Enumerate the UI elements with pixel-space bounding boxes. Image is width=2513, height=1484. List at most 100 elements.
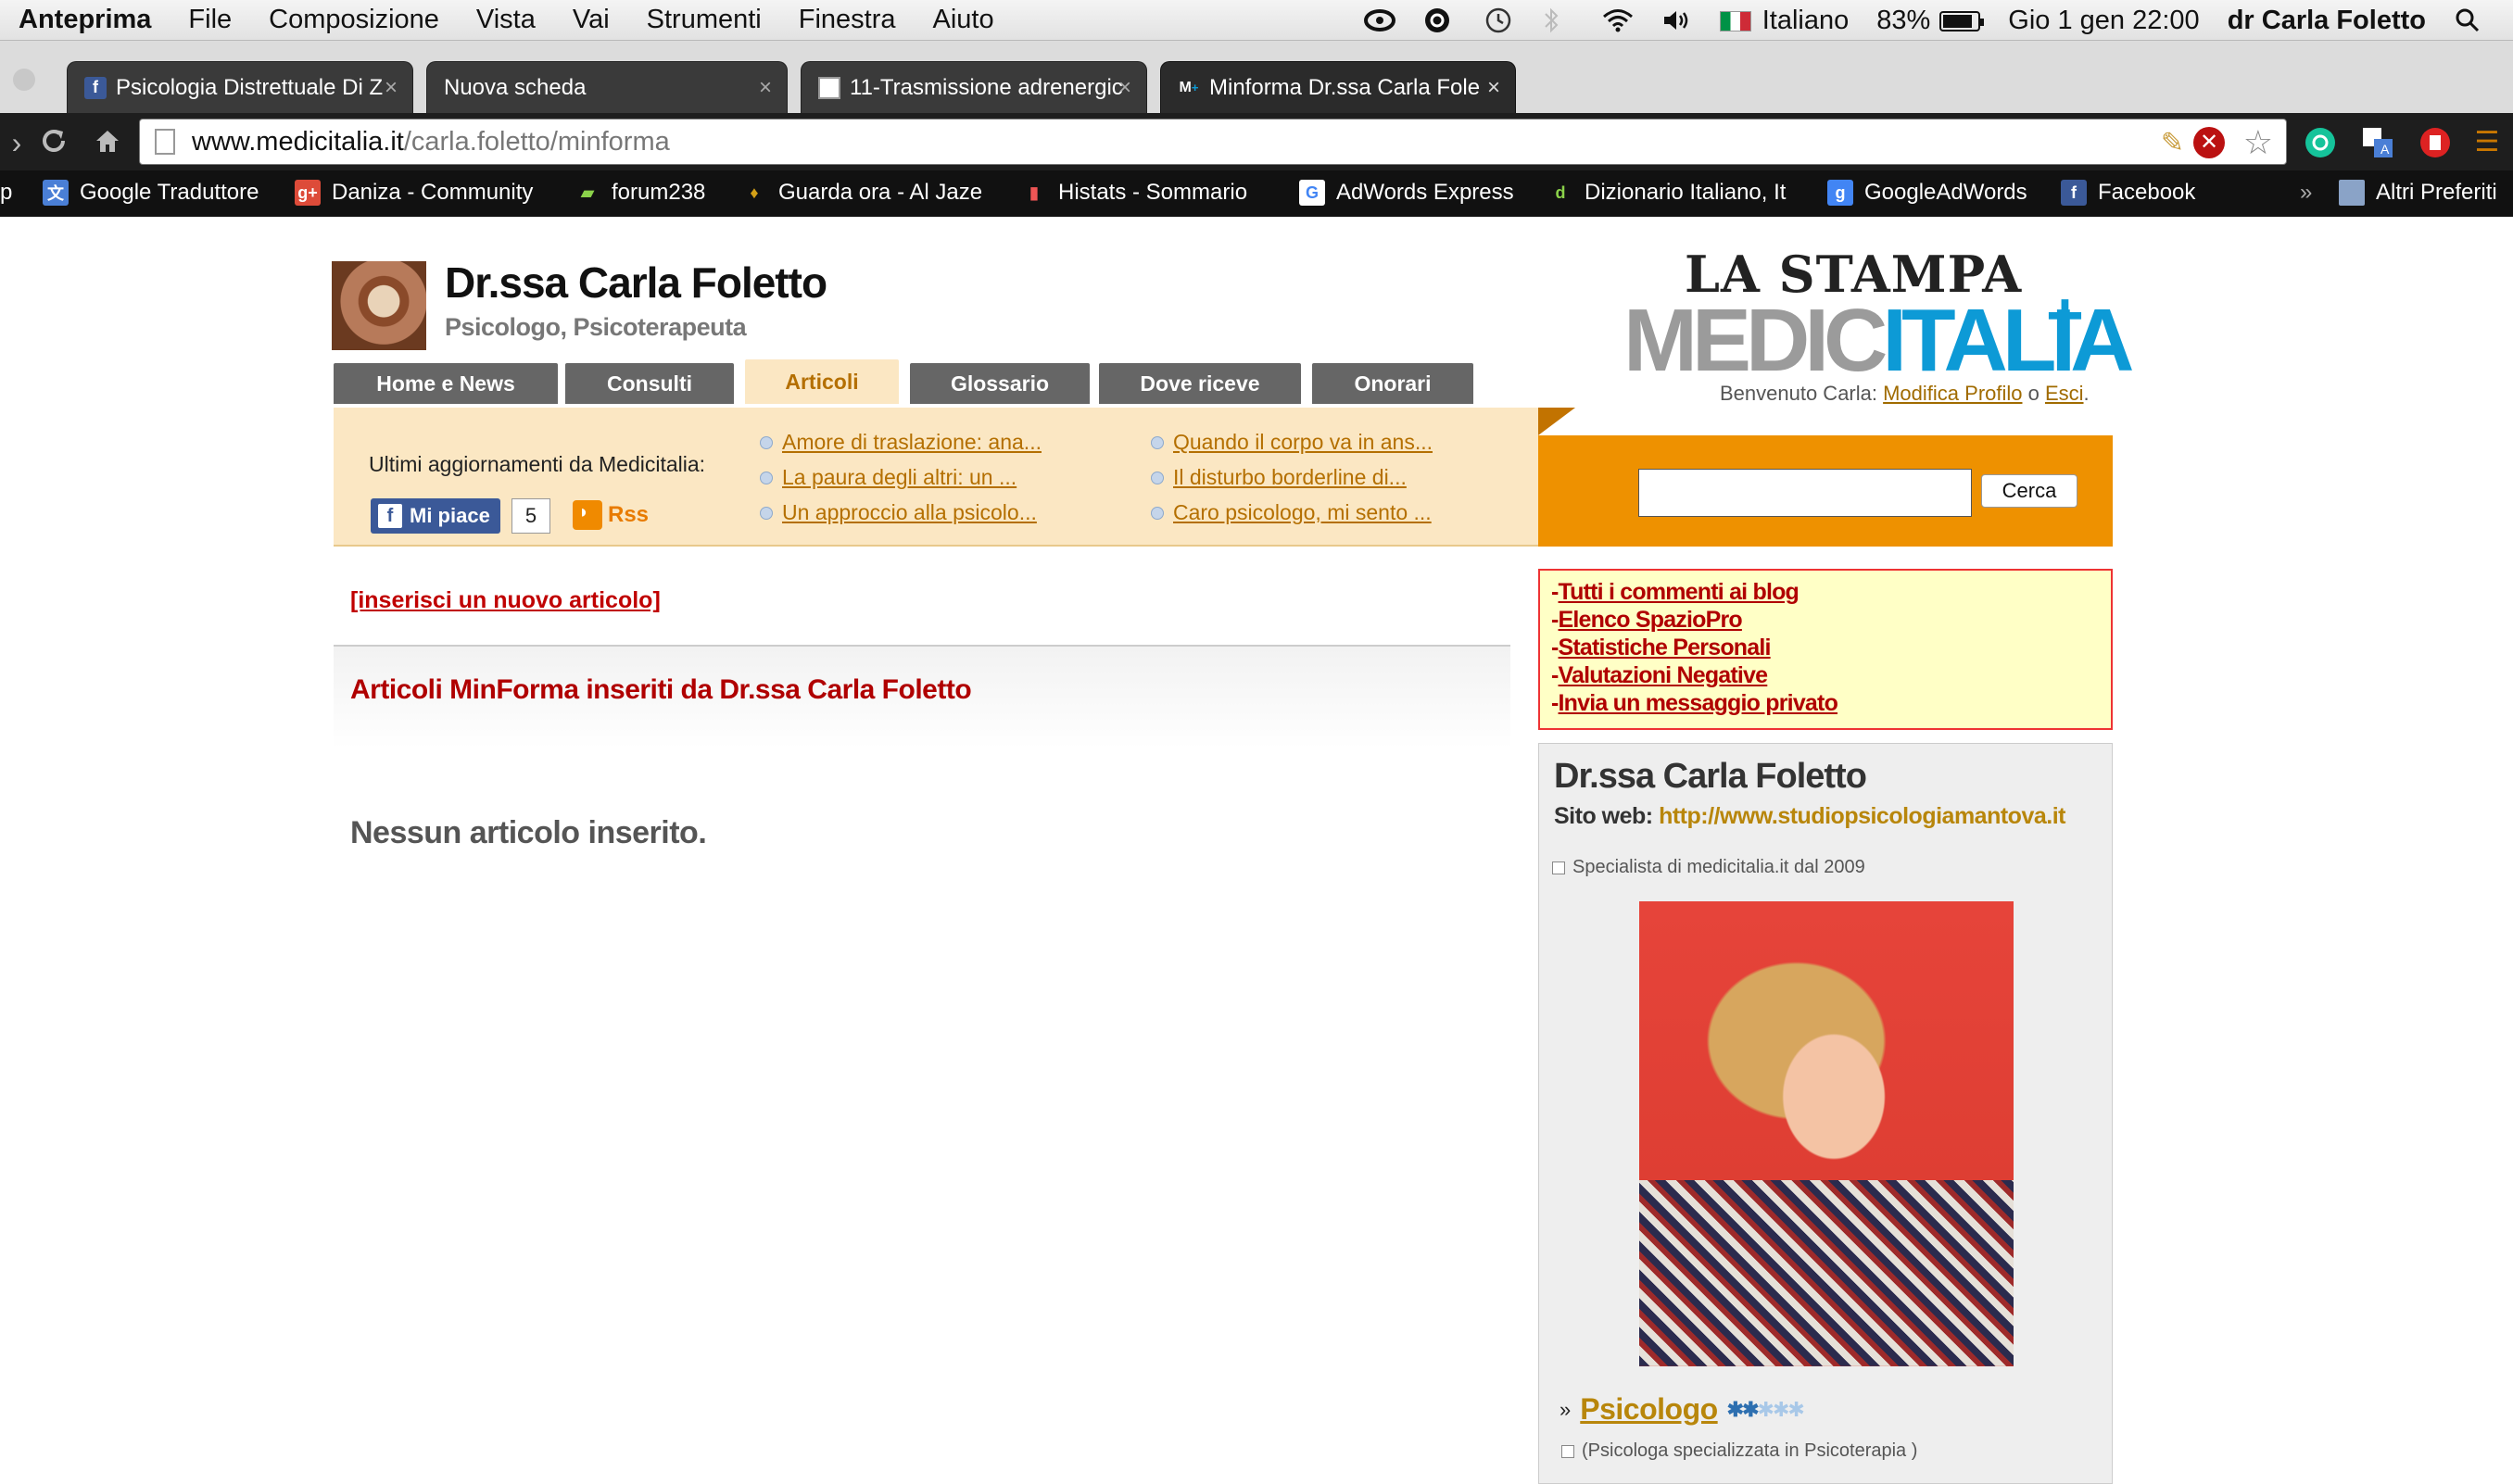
search-input[interactable] bbox=[1638, 469, 1972, 517]
user-menu[interactable]: dr Carla Foletto bbox=[2228, 6, 2426, 36]
extension-broom-icon[interactable]: ✎ bbox=[2161, 127, 2184, 159]
address-path: /carla.foletto/minforma bbox=[403, 126, 670, 157]
nav-consulti[interactable]: Consulti bbox=[565, 363, 734, 404]
spotlight-search-icon[interactable] bbox=[2454, 6, 2485, 34]
close-tab-icon[interactable]: × bbox=[1118, 75, 1131, 101]
update-link[interactable]: Quando il corpo va in ans... bbox=[1151, 430, 1433, 455]
bookmark-star-icon[interactable]: ☆ bbox=[2243, 123, 2273, 162]
volume-icon[interactable] bbox=[1661, 6, 1692, 34]
tab-label: Psicologia Distrettuale Di Z bbox=[116, 74, 384, 100]
sidebar-link-label: Tutti i commenti ai blog bbox=[1558, 579, 1800, 605]
new-article-link[interactable]: [inserisci un nuovo articolo] bbox=[350, 587, 661, 614]
logout-link[interactable]: Esci bbox=[2045, 382, 2084, 405]
bookmark-facebook[interactable]: f Facebook bbox=[2061, 180, 2195, 206]
bookmark-histats[interactable]: ▮ Histats - Sommario bbox=[1021, 180, 1247, 206]
welcome-suffix: . bbox=[2083, 382, 2090, 405]
bookmark-google-traduttore[interactable]: 文 Google Traduttore bbox=[43, 180, 259, 206]
address-bar[interactable]: www.medicitalia.it/carla.foletto/minform… bbox=[139, 119, 2287, 165]
menu-file[interactable]: File bbox=[188, 5, 232, 35]
language-label: Italiano bbox=[1762, 5, 1850, 35]
like-label: Mi piace bbox=[410, 504, 490, 527]
bookmark-cut-off[interactable]: p bbox=[0, 180, 12, 206]
histats-icon: ▮ bbox=[1029, 182, 1039, 202]
grammarly-icon[interactable] bbox=[1423, 6, 1455, 34]
home-icon[interactable] bbox=[91, 126, 124, 159]
nav-glossario[interactable]: Glossario bbox=[910, 363, 1090, 404]
nav-onorari[interactable]: Onorari bbox=[1312, 363, 1473, 404]
input-language[interactable]: Italiano bbox=[1719, 5, 1850, 36]
menu-aiuto[interactable]: Aiuto bbox=[933, 5, 994, 35]
profession-link[interactable]: Psicologo bbox=[1580, 1392, 1718, 1427]
bookmark-altri-preferiti[interactable]: Altri Preferiti bbox=[2339, 180, 2497, 206]
wifi-icon[interactable] bbox=[1601, 6, 1633, 34]
bookmark-label: forum238 bbox=[612, 180, 706, 205]
rss-link[interactable]: Rss bbox=[573, 500, 649, 530]
update-link[interactable]: Un approccio alla psicolo... bbox=[760, 500, 1037, 525]
tab-psicologia-distrettuale[interactable]: f Psicologia Distrettuale Di Z × bbox=[67, 61, 413, 113]
bookmarks-overflow-button[interactable]: » bbox=[2300, 180, 2312, 206]
facebook-like-button[interactable]: f Mi piace bbox=[371, 498, 500, 534]
nav-articoli[interactable]: Articoli bbox=[745, 359, 899, 404]
logo-italia: ITALIA bbox=[1882, 291, 2134, 390]
profile-role: Psicologo, Psicoterapeuta bbox=[445, 313, 747, 341]
profile-avatar[interactable] bbox=[332, 261, 426, 350]
update-link[interactable]: La paura degli altri: un ... bbox=[759, 465, 1017, 490]
chrome-menu-icon[interactable]: ☰ bbox=[2470, 126, 2504, 159]
creative-cloud-icon[interactable] bbox=[1363, 6, 1395, 34]
close-tab-icon[interactable]: × bbox=[385, 75, 398, 101]
bookmark-dizionario-italiano[interactable]: d Dizionario Italiano, It bbox=[1547, 180, 1787, 206]
bookmark-forum238[interactable]: ▰ forum238 bbox=[575, 180, 705, 206]
edit-profile-link[interactable]: Modifica Profilo bbox=[1883, 382, 2022, 405]
update-link[interactable]: Il disturbo borderline di... bbox=[1151, 465, 1407, 490]
card-profession: » Psicologo ✱✱✱✱✱ bbox=[1560, 1392, 1805, 1427]
website-link[interactable]: http://www.studiopsicologiamantova.it bbox=[1659, 803, 2065, 829]
update-link[interactable]: Caro psicologo, mi sento ... bbox=[1151, 500, 1432, 525]
clock[interactable]: Gio 1 gen 22:00 bbox=[2008, 6, 2199, 36]
translate-extension-icon[interactable]: A bbox=[2361, 126, 2394, 159]
sidebar-link-commenti[interactable]: -Tutti i commenti ai blog bbox=[1551, 578, 2100, 606]
bookmark-adwords-express[interactable]: G AdWords Express bbox=[1299, 180, 1514, 206]
bookmark-daniza-community[interactable]: g+ Daniza - Community bbox=[295, 180, 533, 206]
tab-trasmissione-adrenergica[interactable]: 11-Trasmissione adrenergic × bbox=[801, 61, 1147, 113]
window-close-dot-icon[interactable] bbox=[13, 69, 35, 91]
forward-icon[interactable]: › bbox=[0, 126, 33, 159]
close-tab-icon[interactable]: × bbox=[1487, 75, 1500, 101]
menu-vai[interactable]: Vai bbox=[573, 5, 610, 35]
block-icon[interactable]: ✕ bbox=[2193, 127, 2225, 158]
menu-strumenti[interactable]: Strumenti bbox=[647, 5, 762, 35]
rss-label: Rss bbox=[608, 502, 650, 527]
rss-icon bbox=[573, 500, 602, 530]
bookmark-label: AdWords Express bbox=[1336, 180, 1514, 205]
al-jazeera-icon: ♦ bbox=[750, 182, 759, 202]
menu-finestra[interactable]: Finestra bbox=[799, 5, 896, 35]
bookmark-google-adwords[interactable]: g GoogleAdWords bbox=[1827, 180, 2027, 206]
update-link[interactable]: Amore di traslazione: ana... bbox=[760, 430, 1042, 455]
sidebar-link-spaziopro[interactable]: -Elenco SpazioPro bbox=[1551, 606, 2100, 634]
search-button[interactable]: Cerca bbox=[1981, 474, 2077, 508]
welcome-separator: o bbox=[2022, 382, 2045, 405]
nav-dove-riceve[interactable]: Dove riceve bbox=[1099, 363, 1301, 404]
card-member-since: Specialista di medicitalia.it dal 2009 bbox=[1552, 857, 1865, 877]
bluetooth-icon[interactable] bbox=[1542, 6, 1573, 34]
menu-app-name[interactable]: Anteprima bbox=[19, 5, 151, 35]
reload-icon[interactable] bbox=[37, 126, 70, 159]
card-website: Sito web: http://www.studiopsicologiaman… bbox=[1554, 803, 2065, 830]
menu-vista[interactable]: Vista bbox=[476, 5, 536, 35]
close-tab-icon[interactable]: × bbox=[759, 75, 772, 101]
sidebar-link-valutazioni[interactable]: -Valutazioni Negative bbox=[1551, 661, 2100, 689]
nav-home-e-news[interactable]: Home e News bbox=[334, 363, 558, 404]
sidebar-link-messaggio[interactable]: -Invia un messaggio privato bbox=[1551, 689, 2100, 717]
folder-icon bbox=[2339, 180, 2365, 206]
bookmark-al-jazeera[interactable]: ♦ Guarda ora - Al Jaze bbox=[741, 180, 982, 206]
tab-minforma-active[interactable]: M + Minforma Dr.ssa Carla Fole × bbox=[1160, 61, 1516, 113]
tab-nuova-scheda[interactable]: Nuova scheda × bbox=[426, 61, 788, 113]
time-machine-icon[interactable] bbox=[1483, 6, 1514, 34]
grammarly-extension-icon[interactable] bbox=[2304, 126, 2337, 159]
menu-composizione[interactable]: Composizione bbox=[269, 5, 439, 35]
battery-status[interactable]: 83% bbox=[1876, 5, 1985, 36]
updates-panel: Ultimi aggiornamenti da Medicitalia: Amo… bbox=[334, 408, 1538, 547]
sidebar-link-statistiche[interactable]: -Statistiche Personali bbox=[1551, 634, 2100, 661]
tab-strip: f Psicologia Distrettuale Di Z × Nuova s… bbox=[0, 41, 2513, 143]
lastpass-extension-icon[interactable] bbox=[2418, 126, 2452, 159]
battery-percent: 83% bbox=[1876, 5, 1931, 35]
